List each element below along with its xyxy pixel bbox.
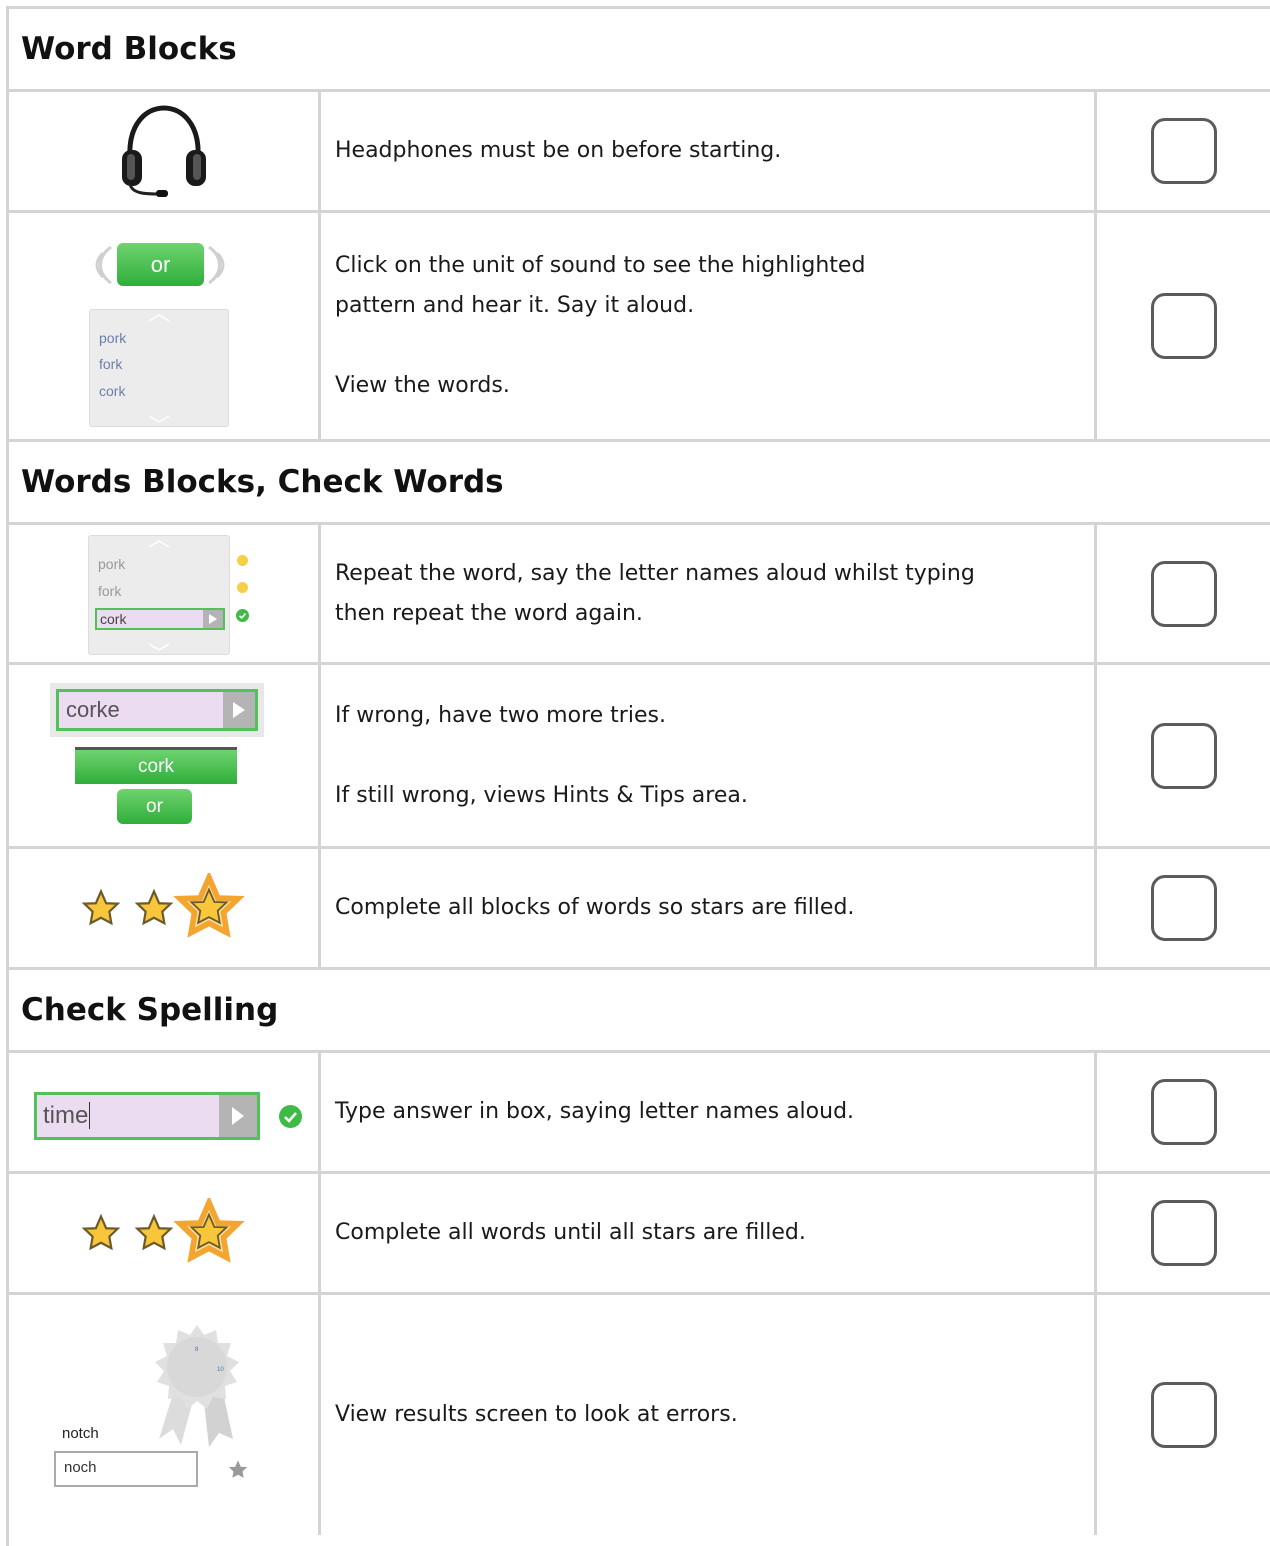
- instruction-text: If wrong, have two more tries. If still …: [321, 665, 1097, 846]
- pending-dot-icon: [237, 582, 248, 593]
- checklist-row: Complete all words until all stars are f…: [9, 1174, 1270, 1295]
- typed-word: cork: [100, 611, 127, 627]
- answer-field: noch: [54, 1451, 198, 1487]
- sound-unit-cell: or pork fork cork: [9, 213, 321, 439]
- correct-answer-banner: cork: [75, 747, 237, 784]
- checklist-row: Headphones must be on before starting.: [9, 92, 1270, 213]
- check-circle-icon: [236, 609, 249, 622]
- stars-cell: [9, 849, 321, 967]
- checklist-row: corke cork or If wrong, have two more tr…: [9, 665, 1270, 849]
- submit-arrow-button[interactable]: [219, 1095, 257, 1137]
- chevron-up-icon[interactable]: [148, 314, 170, 322]
- list-item[interactable]: fork: [99, 356, 122, 372]
- check-circle-icon: [279, 1105, 302, 1128]
- chevron-up-icon[interactable]: [148, 540, 170, 548]
- section-title-check-spelling: Check Spelling: [9, 970, 1270, 1053]
- word-input[interactable]: cork: [95, 608, 225, 630]
- sound-unit-button[interactable]: or: [117, 789, 192, 824]
- instruction-text: Headphones must be on before starting.: [321, 92, 1097, 210]
- instruction-line: Repeat the word, say the letter names al…: [335, 560, 975, 626]
- award-rosette-icon: 8 10: [155, 1325, 239, 1447]
- instruction-line: View results screen to look at errors.: [335, 1402, 738, 1427]
- checklist-row: pork fork cork Repeat the word, say the …: [9, 525, 1270, 665]
- instruction-text: View results screen to look at errors.: [321, 1295, 1097, 1535]
- sound-waves-right-icon: [208, 245, 225, 285]
- section-title-check-words: Words Blocks, Check Words: [9, 442, 1270, 525]
- step-checkbox[interactable]: [1150, 1079, 1217, 1145]
- section-title-word-blocks: Word Blocks: [9, 9, 1270, 92]
- submit-arrow-button[interactable]: [223, 692, 255, 728]
- step-checkbox[interactable]: [1150, 875, 1217, 941]
- instruction-line: Headphones must be on before starting.: [335, 138, 782, 163]
- headphones-cell: [9, 92, 321, 210]
- checklist-row: time Type answer in box, saying letter n…: [9, 1053, 1270, 1174]
- headphones-icon: [121, 105, 206, 197]
- checklist-sheet: Word Blocks Headphones must be on before…: [6, 6, 1270, 1546]
- spelling-input-cell: time: [9, 1053, 321, 1171]
- checklist-row: Complete all blocks of words so stars ar…: [9, 849, 1270, 970]
- chevron-down-icon[interactable]: [148, 643, 170, 651]
- instruction-line: Type answer in box, saying letter names …: [335, 1099, 855, 1124]
- list-item[interactable]: cork: [99, 383, 125, 399]
- step-checkbox[interactable]: [1150, 1382, 1217, 1448]
- instruction-text: Complete all words until all stars are f…: [321, 1174, 1097, 1292]
- instruction-line: Complete all words until all stars are f…: [335, 1220, 806, 1245]
- three-stars-icon: [82, 873, 249, 943]
- word-check-cell: pork fork cork: [9, 525, 321, 662]
- chevron-down-icon[interactable]: [148, 415, 170, 423]
- pending-dot-icon: [237, 555, 248, 566]
- sound-unit-button[interactable]: or: [117, 243, 204, 286]
- step-checkbox[interactable]: [1150, 293, 1217, 359]
- typed-word: corke: [66, 697, 120, 722]
- instruction-text: Repeat the word, say the letter names al…: [321, 525, 1097, 662]
- results-cell: 8 10 notch noch: [9, 1295, 321, 1535]
- stars-cell: [9, 1174, 321, 1292]
- list-item[interactable]: pork: [99, 330, 126, 346]
- submit-arrow-button[interactable]: [203, 610, 223, 628]
- score-bottom: 10: [217, 1367, 224, 1373]
- checklist-row: or pork fork cork Click on the unit of s…: [9, 213, 1270, 442]
- checklist-row: 8 10 notch noch View results screen to l…: [9, 1295, 1270, 1535]
- play-arrow-icon: [233, 702, 245, 718]
- step-checkbox[interactable]: [1150, 1200, 1217, 1266]
- instruction-text: Click on the unit of sound to see the hi…: [321, 213, 1097, 439]
- play-arrow-icon: [209, 614, 217, 624]
- word-list: pork fork cork: [88, 535, 230, 655]
- instruction-line: If still wrong, views Hints & Tips area.: [335, 782, 748, 808]
- instruction-line: View the words.: [335, 373, 510, 398]
- word-input[interactable]: corke: [56, 689, 258, 731]
- word-input[interactable]: time: [34, 1092, 260, 1140]
- play-arrow-icon: [232, 1107, 244, 1125]
- step-checkbox[interactable]: [1150, 118, 1217, 184]
- word-list: pork fork cork: [89, 309, 229, 427]
- list-item[interactable]: pork: [98, 556, 125, 572]
- three-stars-icon: [82, 1198, 249, 1268]
- instruction-line: Complete all blocks of words so stars ar…: [335, 895, 855, 920]
- step-checkbox[interactable]: [1150, 722, 1217, 789]
- instruction-line: If wrong, have two more tries.: [335, 702, 666, 728]
- instruction-line: Click on the unit of sound to see the hi…: [335, 253, 866, 318]
- typed-word: noch: [64, 1459, 97, 1476]
- target-word-label: notch: [62, 1425, 99, 1442]
- instruction-text: Complete all blocks of words so stars ar…: [321, 849, 1097, 967]
- typed-word: time: [43, 1102, 89, 1129]
- star-grey-icon: [228, 1460, 248, 1478]
- list-item[interactable]: fork: [98, 583, 121, 599]
- retry-cell: corke cork or: [9, 665, 321, 846]
- step-checkbox[interactable]: [1150, 560, 1217, 627]
- sound-waves-left-icon: [95, 245, 112, 285]
- instruction-text: Type answer in box, saying letter names …: [321, 1053, 1097, 1171]
